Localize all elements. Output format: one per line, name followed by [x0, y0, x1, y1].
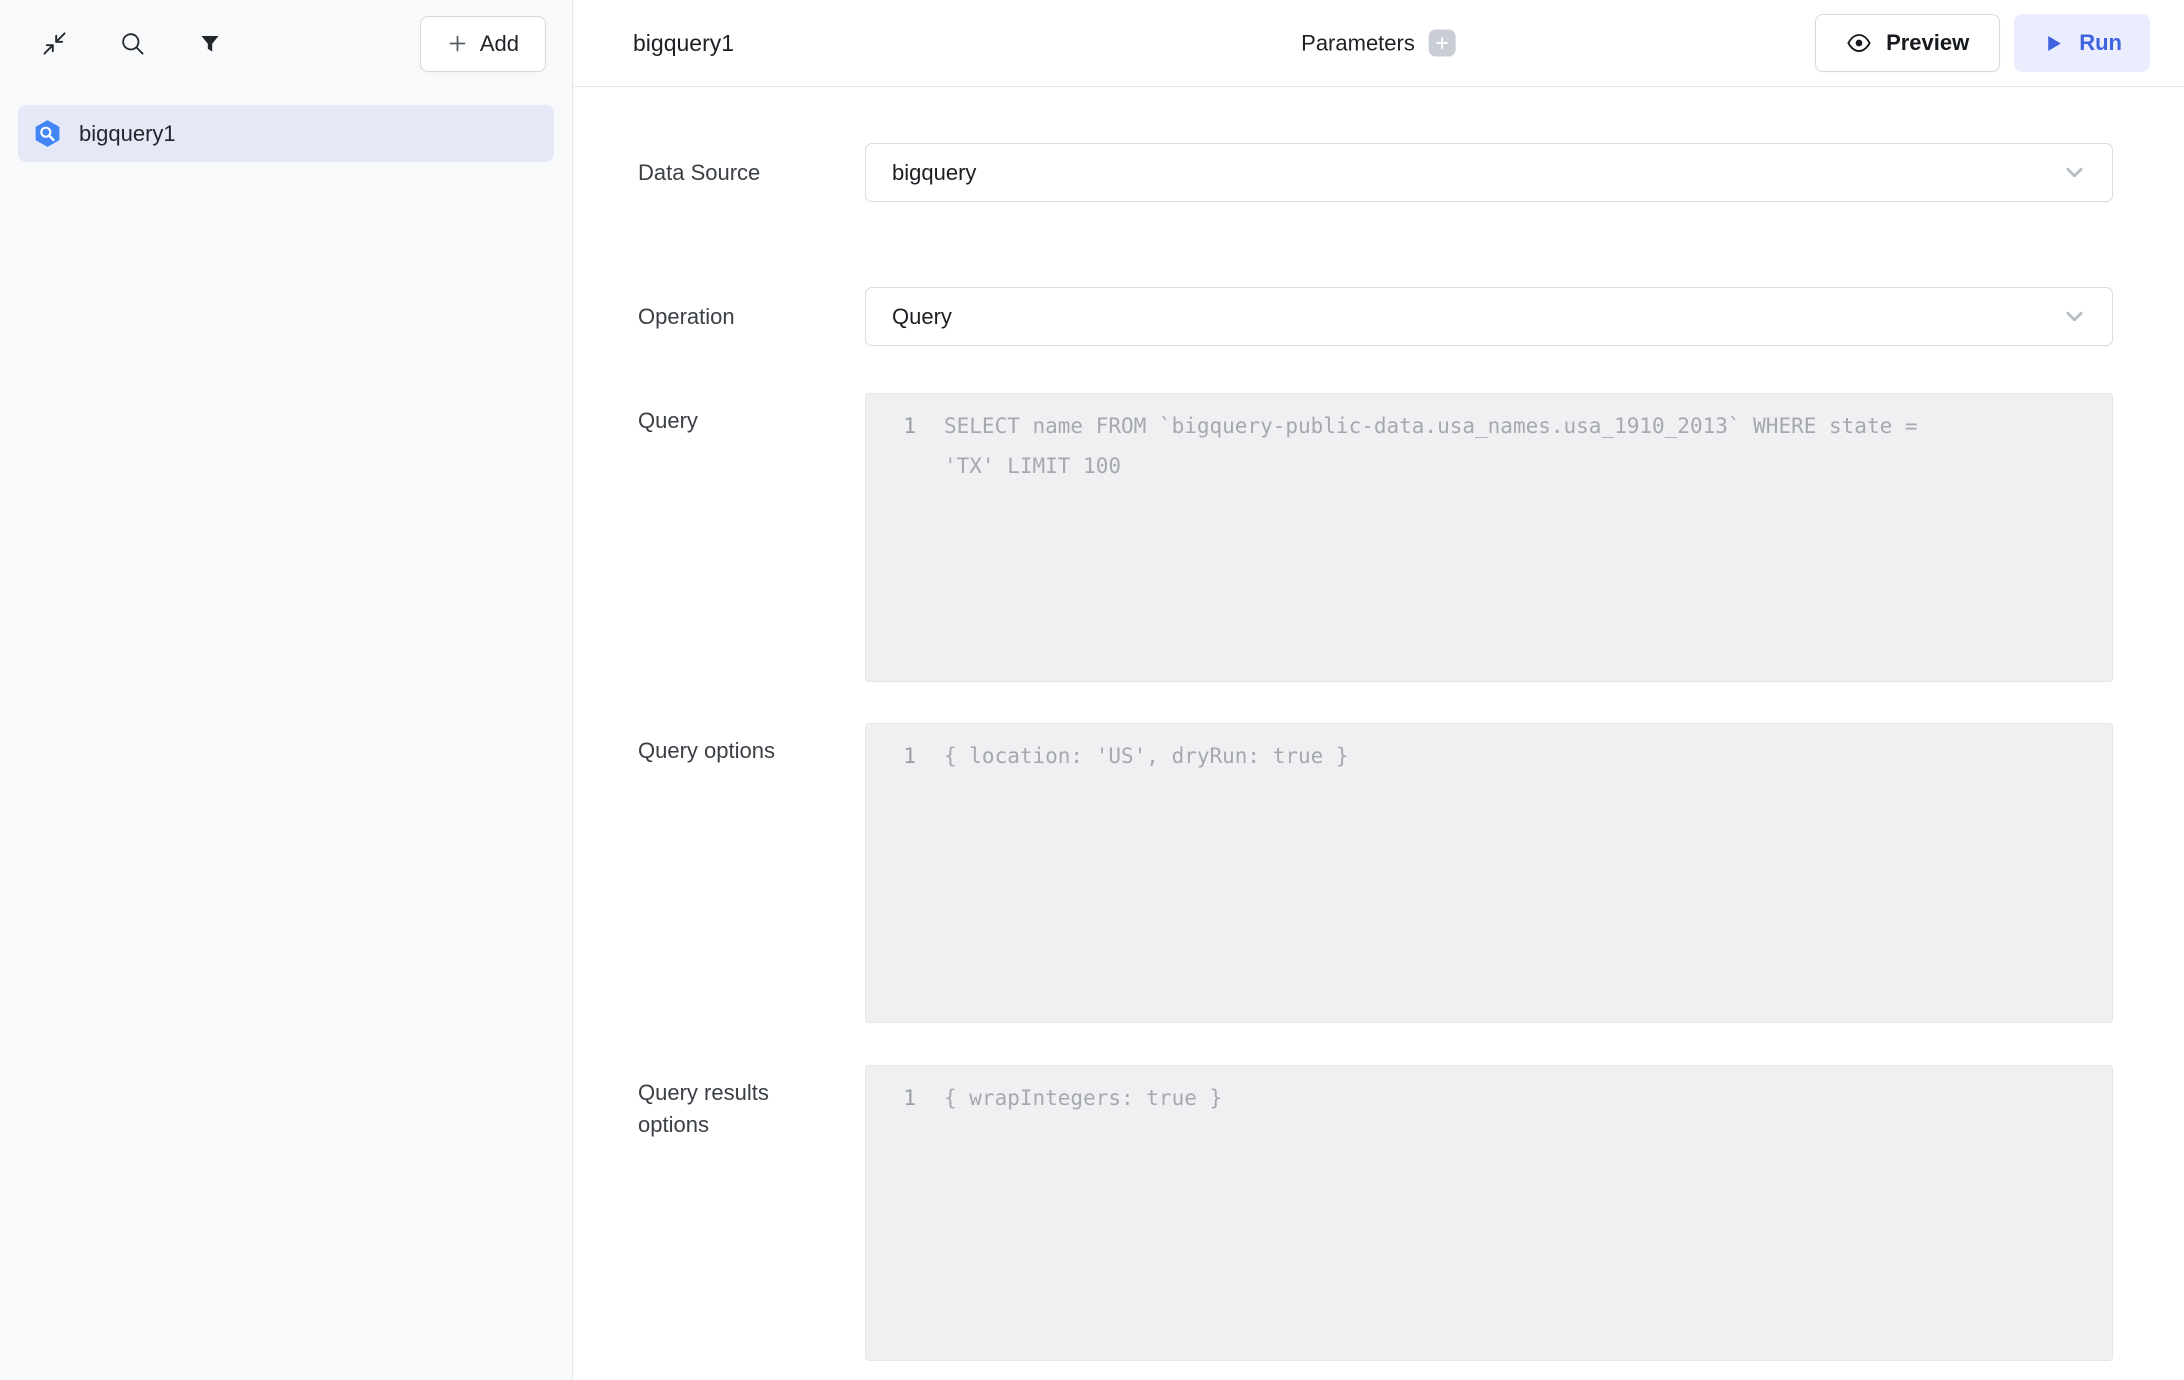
- field-label-query-options: Query options: [638, 723, 865, 767]
- preview-button[interactable]: Preview: [1815, 14, 2000, 72]
- query-results-options-code-editor[interactable]: 1 { wrapIntegers: true }: [865, 1065, 2113, 1361]
- app-root: Add bigquery1 bigquery1 Parameters: [0, 0, 2184, 1380]
- query-form: Data Source bigquery Operation Query: [573, 87, 2184, 1380]
- query-list: bigquery1: [0, 87, 572, 162]
- editor-header: bigquery1 Parameters: [573, 0, 2184, 87]
- line-number: 1: [866, 406, 924, 446]
- run-button-label: Run: [2079, 30, 2122, 56]
- query-item-label: bigquery1: [79, 121, 176, 147]
- plus-icon: [1435, 36, 1450, 51]
- query-code-editor[interactable]: 1 SELECT name FROM `bigquery-public-data…: [865, 393, 2113, 682]
- parameters-label: Parameters: [1301, 30, 1415, 56]
- bigquery-icon: [32, 118, 63, 149]
- field-row-query: Query 1 SELECT name FROM `bigquery-publi…: [638, 393, 2113, 682]
- header-actions: Preview Run: [1815, 14, 2150, 72]
- preview-button-label: Preview: [1886, 30, 1969, 56]
- query-sidebar: Add bigquery1: [0, 0, 573, 1380]
- operation-select[interactable]: Query: [865, 287, 2113, 346]
- query-editor-panel: bigquery1 Parameters: [573, 0, 2184, 1380]
- add-button-label: Add: [480, 31, 519, 57]
- add-query-button[interactable]: Add: [420, 16, 546, 72]
- field-row-data-source: Data Source bigquery: [638, 143, 2113, 202]
- query-results-options-placeholder-text: { wrapIntegers: true }: [924, 1078, 1222, 1118]
- query-list-item-bigquery1[interactable]: bigquery1: [18, 105, 554, 162]
- collapse-icon: [41, 30, 68, 57]
- plus-icon: [447, 33, 468, 54]
- code-line: 1 { wrapIntegers: true }: [866, 1078, 2112, 1118]
- filter-icon: [198, 32, 222, 56]
- field-row-query-options: Query options 1 { location: 'US', dryRun…: [638, 723, 2113, 1023]
- operation-select-value: Query: [892, 304, 952, 330]
- query-placeholder-text: SELECT name FROM `bigquery-public-data.u…: [924, 406, 1954, 486]
- add-parameter-button[interactable]: [1429, 30, 1456, 57]
- field-label-query-results-options: Query results options: [638, 1065, 865, 1141]
- code-line: 1 SELECT name FROM `bigquery-public-data…: [866, 406, 2112, 486]
- code-line: 1 { location: 'US', dryRun: true }: [866, 736, 2112, 776]
- field-label-query: Query: [638, 393, 865, 437]
- query-name-title: bigquery1: [633, 30, 734, 57]
- line-number: 1: [866, 736, 924, 776]
- field-label-operation: Operation: [638, 301, 865, 333]
- line-number: 1: [866, 1078, 924, 1118]
- data-source-select[interactable]: bigquery: [865, 143, 2113, 202]
- data-source-select-value: bigquery: [892, 160, 976, 186]
- chevron-down-icon: [2061, 159, 2088, 186]
- run-button[interactable]: Run: [2014, 14, 2150, 72]
- parameters-group: Parameters: [1301, 30, 1456, 57]
- field-label-data-source: Data Source: [638, 157, 865, 189]
- query-options-placeholder-text: { location: 'US', dryRun: true }: [924, 736, 1349, 776]
- field-row-query-results-options: Query results options 1 { wrapIntegers: …: [638, 1065, 2113, 1361]
- eye-icon: [1846, 30, 1872, 56]
- play-icon: [2042, 32, 2065, 55]
- chevron-down-icon: [2061, 303, 2088, 330]
- filter-button[interactable]: [190, 24, 230, 64]
- sidebar-toolbar: [34, 24, 230, 64]
- field-row-operation: Operation Query: [638, 287, 2113, 346]
- sidebar-header: Add: [0, 0, 572, 87]
- search-button[interactable]: [112, 24, 152, 64]
- query-options-code-editor[interactable]: 1 { location: 'US', dryRun: true }: [865, 723, 2113, 1023]
- search-icon: [119, 30, 146, 57]
- collapse-panel-button[interactable]: [34, 24, 74, 64]
